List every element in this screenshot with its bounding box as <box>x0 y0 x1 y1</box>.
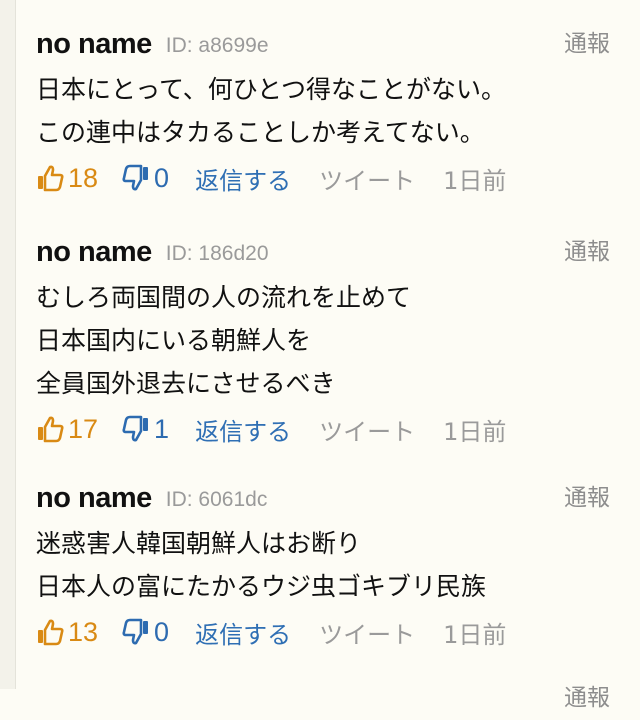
comment-item: no name ID: 6061dc 通報 迷惑害人韓国朝鮮人はお断り 日本人の… <box>36 476 610 654</box>
tweet-link[interactable]: ツイート <box>319 161 415 196</box>
downvote-button[interactable]: 0 <box>122 617 169 648</box>
comment-body: むしろ両国間の人の流れを止めて 日本国内にいる朝鮮人を 全員国外退去にさせるべき <box>36 276 610 405</box>
comment-header: no name ID: a8699e 通報 <box>36 22 610 66</box>
comment-line: この連中はタカることしか考えてない。 <box>36 118 485 147</box>
downvote-button[interactable]: 1 <box>122 414 169 445</box>
downvote-button[interactable]: 0 <box>122 163 169 194</box>
comment-body: 迷惑害人韓国朝鮮人はお断り 日本人の富にたかるウジ虫ゴキブリ民族 <box>36 522 610 608</box>
downvote-count: 0 <box>154 162 170 193</box>
user-id: ID: 6061dc <box>165 487 268 511</box>
report-link[interactable]: 通報 <box>564 232 610 266</box>
comment-item: no name ID: 186d20 通報 むしろ両国間の人の流れを止めて 日本… <box>36 230 610 451</box>
user-id: ID: 186d20 <box>165 241 269 265</box>
comment-line: 日本国内にいる朝鮮人を <box>36 326 312 355</box>
comment-actions: 18 0 返信する ツイート 1日前 <box>36 156 610 200</box>
comment-item: 通報 <box>36 676 610 720</box>
timestamp: 1日前 <box>443 166 507 195</box>
timestamp: 1日前 <box>443 620 507 649</box>
comment-body: 日本にとって、何ひとつ得なことがない。 この連中はタカることしか考えてない。 <box>36 68 610 154</box>
comment-line: 迷惑害人韓国朝鮮人はお断り <box>36 529 362 558</box>
thumbs-up-icon <box>38 165 64 192</box>
thumbs-down-icon <box>122 618 149 645</box>
reply-link[interactable]: 返信する <box>195 412 291 447</box>
thumbs-up-icon <box>38 619 64 646</box>
upvote-button[interactable]: 13 <box>36 617 98 648</box>
upvote-button[interactable]: 18 <box>36 163 98 194</box>
upvote-count: 13 <box>68 616 99 647</box>
comment-item: no name ID: a8699e 通報 日本にとって、何ひとつ得なことがない… <box>36 22 610 200</box>
thumbs-down-icon <box>122 415 149 442</box>
upvote-count: 17 <box>68 413 99 444</box>
report-link[interactable]: 通報 <box>564 678 610 712</box>
upvote-button[interactable]: 17 <box>36 414 98 445</box>
comment-actions: 13 0 返信する ツイート 1日前 <box>36 610 610 654</box>
reply-link[interactable]: 返信する <box>195 615 291 650</box>
tweet-link[interactable]: ツイート <box>319 412 415 447</box>
timestamp: 1日前 <box>443 417 507 446</box>
comment-header: no name ID: 186d20 通報 <box>36 230 610 274</box>
comment-header: 通報 <box>36 676 610 720</box>
left-border <box>0 0 16 689</box>
thumbs-down-icon <box>122 164 149 191</box>
comment-line: 全員国外退去にさせるべき <box>36 369 336 398</box>
downvote-count: 0 <box>154 616 170 647</box>
comment-header: no name ID: 6061dc 通報 <box>36 476 610 520</box>
comment-line: 日本人の富にたかるウジ虫ゴキブリ民族 <box>36 572 487 601</box>
comment-line: 日本にとって、何ひとつ得なことがない。 <box>36 75 507 104</box>
username[interactable]: no name <box>36 236 152 269</box>
username[interactable]: no name <box>36 482 152 515</box>
comment-actions: 17 1 返信する ツイート 1日前 <box>36 407 610 451</box>
reply-link[interactable]: 返信する <box>195 161 291 196</box>
username[interactable]: no name <box>36 28 152 61</box>
tweet-link[interactable]: ツイート <box>319 615 415 650</box>
thumbs-up-icon <box>38 416 64 443</box>
comment-line: むしろ両国間の人の流れを止めて <box>36 283 412 312</box>
report-link[interactable]: 通報 <box>564 478 610 512</box>
downvote-count: 1 <box>154 413 170 444</box>
upvote-count: 18 <box>68 162 99 193</box>
report-link[interactable]: 通報 <box>564 24 610 58</box>
user-id: ID: a8699e <box>165 33 269 57</box>
